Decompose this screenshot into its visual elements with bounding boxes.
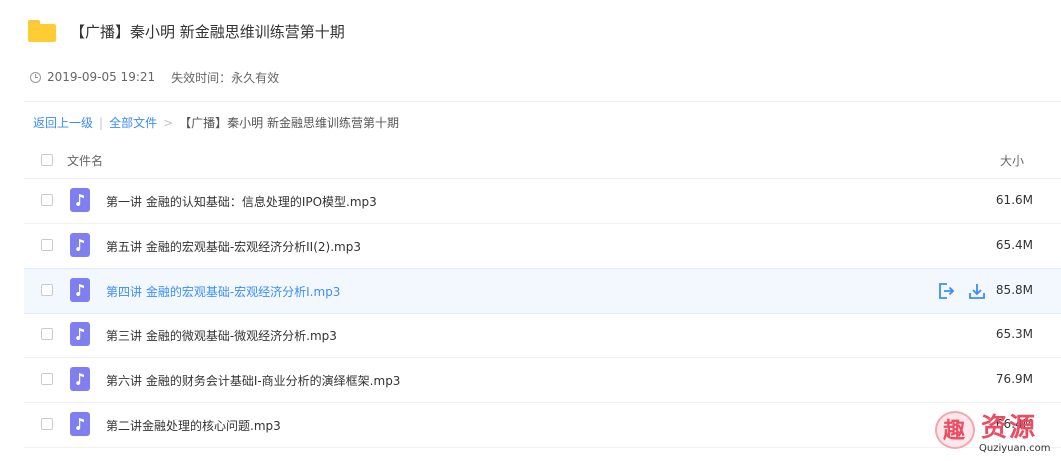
file-row[interactable]: 第六讲 金融的财务会计基础I-商业分析的演绎框架.mp3 76.9M	[24, 358, 1061, 403]
share-title: 【广播】秦小明 新金融思维训练营第十期	[70, 22, 345, 41]
column-header-size[interactable]: 大小	[1000, 152, 1024, 169]
breadcrumb-current: 【广播】秦小明 新金融思维训练营第十期	[179, 116, 399, 130]
file-size: 76.9M	[995, 372, 1033, 386]
file-row[interactable]: 第五讲 金融的宏观基础-宏观经济分析II(2).mp3 65.4M	[24, 224, 1061, 269]
music-file-icon	[70, 233, 90, 257]
file-name[interactable]: 第四讲 金融的宏观基础-宏观经济分析I.mp3	[106, 283, 340, 300]
row-checkbox[interactable]	[41, 284, 53, 296]
file-name[interactable]: 第一讲 金融的认知基础：信息处理的IPO模型.mp3	[106, 193, 377, 210]
share-date: 2019-09-05 19:21	[47, 70, 156, 84]
row-checkbox[interactable]	[41, 373, 53, 385]
share-header: 【广播】秦小明 新金融思维训练营第十期	[28, 14, 345, 48]
watermark-logo: 趣 资源 Quziyuan.com	[935, 407, 1055, 457]
row-checkbox[interactable]	[41, 194, 53, 206]
list-header: 文件名 大小	[24, 140, 1061, 179]
music-file-icon	[70, 367, 90, 391]
breadcrumb-separator: |	[99, 115, 104, 130]
divider	[24, 101, 1061, 102]
file-name[interactable]: 第六讲 金融的财务会计基础I-商业分析的演绎框架.mp3	[106, 372, 400, 389]
row-checkbox[interactable]	[41, 418, 53, 430]
file-size: 61.6M	[995, 193, 1033, 207]
file-row[interactable]: 第三讲 金融的微观基础-微观经济分析.mp3 65.3M	[24, 313, 1061, 358]
music-file-icon	[70, 322, 90, 346]
file-row[interactable]: 第二讲金融处理的核心问题.mp3 66.4M	[24, 403, 1061, 448]
all-files-link[interactable]: 全部文件	[109, 114, 157, 131]
row-checkbox[interactable]	[41, 239, 53, 251]
watermark-brand: 资源	[981, 413, 1038, 443]
share-icon[interactable]	[936, 281, 956, 301]
download-icon[interactable]	[967, 281, 987, 301]
file-size: 65.4M	[995, 238, 1033, 252]
expire-time: 失效时间：永久有效	[171, 70, 280, 85]
music-file-icon	[70, 188, 90, 212]
share-meta: 2019-09-05 19:21 失效时间：永久有效	[30, 69, 279, 85]
breadcrumb-arrow: >	[163, 115, 174, 130]
back-link[interactable]: 返回上一级	[33, 114, 93, 131]
file-name[interactable]: 第二讲金融处理的核心问题.mp3	[106, 417, 281, 434]
file-name[interactable]: 第三讲 金融的微观基础-微观经济分析.mp3	[106, 327, 337, 344]
select-all-checkbox[interactable]	[41, 154, 53, 166]
file-row[interactable]: 第一讲 金融的认知基础：信息处理的IPO模型.mp3 61.6M	[24, 179, 1061, 224]
file-name[interactable]: 第五讲 金融的宏观基础-宏观经济分析II(2).mp3	[106, 238, 361, 255]
file-size: 65.3M	[995, 327, 1033, 341]
file-row[interactable]: 第四讲 金融的宏观基础-宏观经济分析I.mp3 85.8M	[24, 268, 1061, 314]
row-checkbox[interactable]	[41, 328, 53, 340]
watermark-char: 趣	[943, 419, 966, 444]
music-file-icon	[70, 412, 90, 436]
column-header-name[interactable]: 文件名	[67, 152, 103, 169]
folder-icon	[28, 20, 56, 42]
watermark-url: Quziyuan.com	[979, 443, 1051, 454]
file-size: 85.8M	[995, 283, 1033, 297]
breadcrumb: 返回上一级 | 全部文件 > 【广播】秦小明 新金融思维训练营第十期	[33, 114, 399, 131]
clock-icon	[30, 71, 41, 83]
music-file-icon	[70, 278, 90, 302]
